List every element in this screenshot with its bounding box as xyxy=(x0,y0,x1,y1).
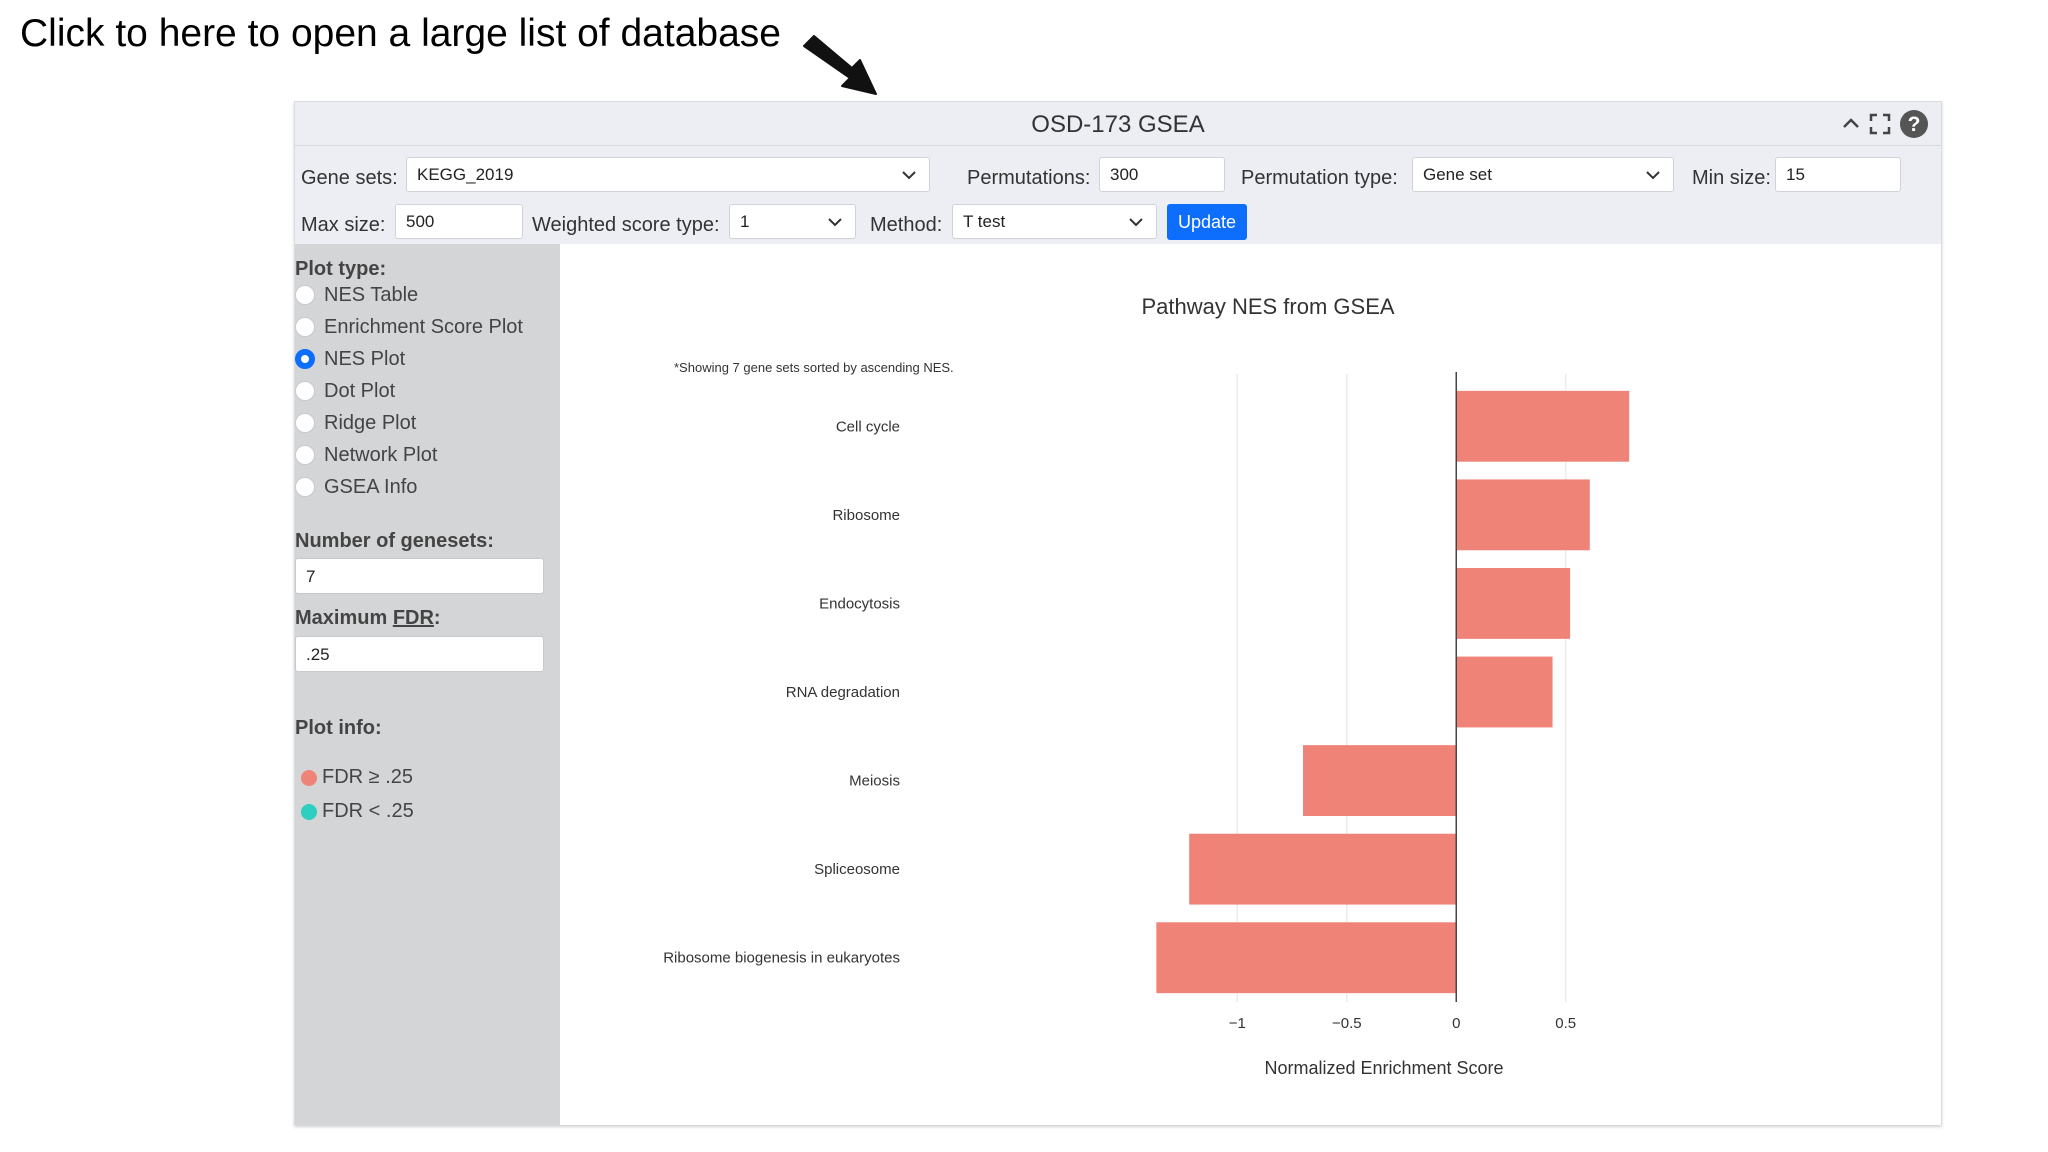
panel-header-icons: ? xyxy=(1841,109,1929,139)
category-label: Cell cycle xyxy=(836,418,900,435)
radio-label: NES Table xyxy=(324,283,419,306)
chart-area: Cell cycle Ribosome Endocytosis RNA degrada… xyxy=(560,244,1941,1125)
svg-text:?: ? xyxy=(1908,113,1921,136)
category-label: RNA degradation xyxy=(786,684,900,701)
permutations-input[interactable]: 300 xyxy=(1099,157,1225,192)
radio-label: NES Plot xyxy=(324,347,406,370)
method-label: Method: xyxy=(870,214,943,236)
legend-item: FDR ≥ .25 xyxy=(301,766,413,789)
bar xyxy=(1456,568,1571,639)
category-label: Ribosome xyxy=(832,507,900,524)
permutation-type-label: Permutation type: xyxy=(1241,167,1398,189)
x-tick-label: −1 xyxy=(1229,1015,1246,1032)
max-fdr-suffix: : xyxy=(433,607,441,629)
method-select[interactable]: T test xyxy=(952,204,1157,239)
max-fdr-prefix: Maximum xyxy=(295,607,393,629)
bar xyxy=(1456,390,1630,462)
radio-gsea-info[interactable]: GSEA Info xyxy=(295,472,417,502)
num-genesets-input[interactable]: 7 xyxy=(295,558,544,594)
controls-bar: Gene sets: KEGG_2019 Permutations: 300 P… xyxy=(295,146,1941,244)
bar xyxy=(1456,656,1553,728)
update-button[interactable]: Update xyxy=(1167,204,1247,240)
permutation-type-select[interactable]: Gene set xyxy=(1412,157,1674,192)
category-label: Ribosome biogenesis in eukaryotes xyxy=(663,950,900,967)
permutation-type-value: Gene set xyxy=(1423,165,1492,184)
radio-dot-plot[interactable]: Dot Plot xyxy=(295,376,395,406)
help-icon[interactable]: ? xyxy=(1899,109,1929,139)
chevron-down-icon xyxy=(827,214,843,234)
radio-nes-table[interactable]: NES Table xyxy=(295,280,418,310)
chart-note: *Showing 7 gene sets sorted by ascending… xyxy=(674,360,954,375)
legend-label: FDR < .25 xyxy=(322,800,414,822)
category-label: Endocytosis xyxy=(819,595,900,612)
max-size-input[interactable]: 500 xyxy=(395,204,523,239)
radio-label: Dot Plot xyxy=(324,379,396,402)
fdr-abbr: FDR xyxy=(392,607,434,629)
radio-label: GSEA Info xyxy=(324,475,418,498)
gene-sets-value: KEGG_2019 xyxy=(417,165,514,184)
radio-button[interactable] xyxy=(295,477,315,497)
min-size-label: Min size: xyxy=(1692,167,1771,189)
radio-button[interactable] xyxy=(295,317,315,337)
plot-type-heading: Plot type: xyxy=(295,258,387,280)
radio-button[interactable] xyxy=(295,381,315,401)
sidebar: Plot type: NES Table Enrichment Score Pl… xyxy=(295,244,560,1125)
chevron-down-icon xyxy=(1128,214,1144,234)
panel-header: OSD-173 GSEA ? xyxy=(295,102,1941,146)
radio-button[interactable] xyxy=(295,445,315,465)
radio-label: Ridge Plot xyxy=(324,411,417,434)
category-label: Meiosis xyxy=(849,773,900,790)
legend-dot-icon xyxy=(301,803,317,820)
bar xyxy=(1303,745,1457,816)
num-genesets-label: Number of genesets: xyxy=(295,530,494,552)
radio-button[interactable] xyxy=(295,285,315,305)
radio-label: Enrichment Score Plot xyxy=(324,315,523,338)
category-label: Spliceosome xyxy=(814,861,900,878)
plot-info-heading: Plot info: xyxy=(295,717,382,739)
gene-sets-select[interactable]: KEGG_2019 xyxy=(406,157,930,192)
min-size-input[interactable]: 15 xyxy=(1775,157,1901,192)
weighted-score-select[interactable]: 1 xyxy=(729,204,856,239)
legend-label: FDR ≥ .25 xyxy=(322,766,413,788)
chevron-down-icon xyxy=(901,167,917,187)
nes-bar-chart: Cell cycle Ribosome Endocytosis RNA degrada… xyxy=(663,294,1630,1078)
max-size-label: Max size: xyxy=(301,214,386,236)
weighted-score-label: Weighted score type: xyxy=(532,214,720,236)
chevron-down-icon xyxy=(1645,167,1661,187)
x-tick-label: 0.5 xyxy=(1555,1015,1576,1032)
radio-button[interactable] xyxy=(295,413,315,433)
x-axis-label: Normalized Enrichment Score xyxy=(1264,1058,1503,1078)
radio-ridge-plot[interactable]: Ridge Plot xyxy=(295,408,416,438)
method-value: T test xyxy=(963,212,1006,231)
legend-dot-icon xyxy=(301,769,317,786)
gene-sets-label: Gene sets: xyxy=(301,167,398,189)
annotation-text: Click to here to open a large list of da… xyxy=(20,12,781,55)
bar xyxy=(1156,922,1457,994)
radio-enrichment-score-plot[interactable]: Enrichment Score Plot xyxy=(295,312,523,342)
radio-label: Network Plot xyxy=(324,443,438,466)
x-tick-label: 0 xyxy=(1452,1015,1460,1032)
panel-title: OSD-173 GSEA xyxy=(1031,111,1205,138)
x-tick-label: −0.5 xyxy=(1332,1015,1362,1032)
bar xyxy=(1456,479,1590,551)
weighted-score-value: 1 xyxy=(740,212,750,231)
max-fdr-label: Maximum FDR: xyxy=(295,607,441,630)
gsea-panel: OSD-173 GSEA ? Gene sets: KEGG_2019 Perm… xyxy=(294,101,1942,1125)
bar xyxy=(1189,833,1457,905)
radio-nes-plot[interactable]: NES Plot xyxy=(295,344,405,374)
chevron-up-icon[interactable] xyxy=(1841,114,1861,134)
max-fdr-input[interactable]: .25 xyxy=(295,636,544,672)
fullscreen-icon[interactable] xyxy=(1869,113,1891,135)
permutations-label: Permutations: xyxy=(967,167,1091,189)
chart-title: Pathway NES from GSEA xyxy=(1141,294,1394,319)
legend-item: FDR < .25 xyxy=(301,800,414,823)
radio-network-plot[interactable]: Network Plot xyxy=(295,440,437,470)
annotation-arrow-icon xyxy=(803,35,877,95)
radio-button-selected[interactable] xyxy=(295,349,315,369)
